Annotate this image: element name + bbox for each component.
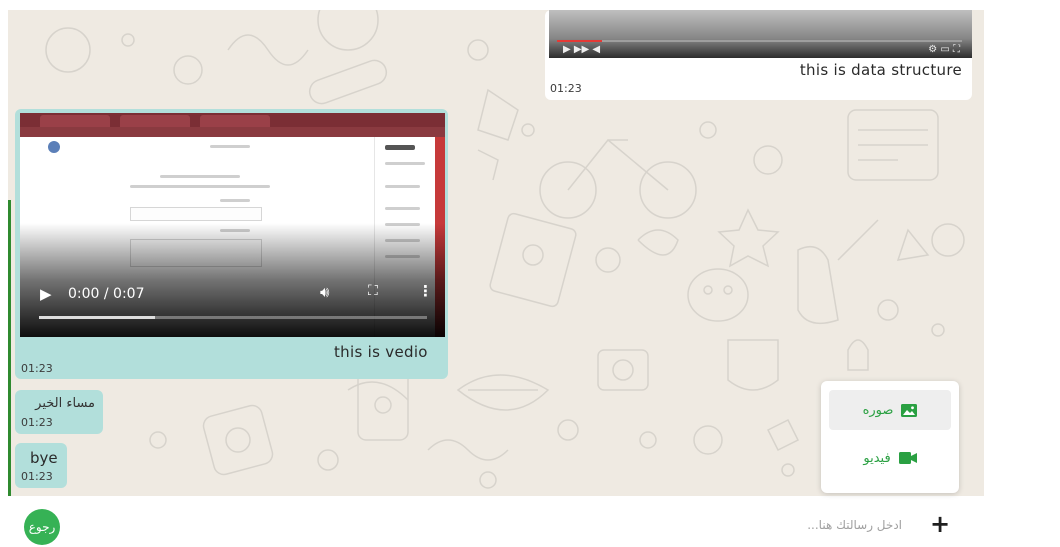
left-accent-bar (8, 200, 11, 496)
message-caption: this is vedio (334, 343, 428, 361)
volume-icon[interactable]: 🔊︎ (320, 283, 329, 301)
video-progress-bar[interactable] (557, 40, 962, 42)
menu-item-label: صوره (862, 402, 894, 418)
message-time: 01:23 (550, 82, 582, 95)
menu-item-label: فيديو (863, 450, 891, 466)
message-time: 01:23 (21, 416, 53, 429)
video-frame-address-bar (20, 127, 445, 137)
more-options-icon[interactable]: ⋮ (418, 282, 433, 300)
message-time: 01:23 (21, 362, 53, 375)
fullscreen-icon[interactable]: ⛶ (368, 283, 378, 299)
video-controls-overlay (20, 223, 445, 337)
video-frame-browser-bar (20, 113, 445, 127)
play-icon[interactable]: ▶ (40, 285, 52, 303)
video-progress-bar[interactable] (39, 316, 427, 319)
message-input[interactable] (640, 513, 904, 537)
image-icon (901, 403, 918, 417)
video-player-top[interactable]: ▶ ▶▶ ◀ ⚙ ▭ ⛶ (549, 10, 972, 58)
player-controls-icon[interactable]: ⚙ ▭ ⛶ (928, 44, 960, 55)
message-bubble-outgoing: ▶ ▶▶ ◀ ⚙ ▭ ⛶ this is data structure 01:2… (545, 10, 972, 100)
play-icon[interactable]: ▶ ▶▶ ◀ (563, 44, 600, 55)
video-player[interactable]: ▶ 0:00 / 0:07 🔊︎ ⛶ ⋮ (20, 113, 445, 337)
message-bubble-incoming: bye 01:23 (15, 443, 67, 488)
attach-video-option[interactable]: فيديو (829, 438, 951, 478)
video-time: 0:00 / 0:07 (68, 286, 145, 302)
message-caption: this is data structure (799, 61, 962, 79)
back-button[interactable]: رجوع (24, 509, 60, 545)
attach-menu: صوره فيديو (821, 381, 959, 493)
message-text: مساء الخير (35, 396, 95, 411)
message-time: 01:23 (21, 470, 53, 483)
attach-image-option[interactable]: صوره (829, 390, 951, 430)
message-text: bye (30, 449, 58, 467)
video-camera-icon (898, 452, 917, 464)
plus-icon[interactable]: + (930, 512, 950, 536)
message-bubble-incoming: مساء الخير 01:23 (15, 390, 103, 434)
